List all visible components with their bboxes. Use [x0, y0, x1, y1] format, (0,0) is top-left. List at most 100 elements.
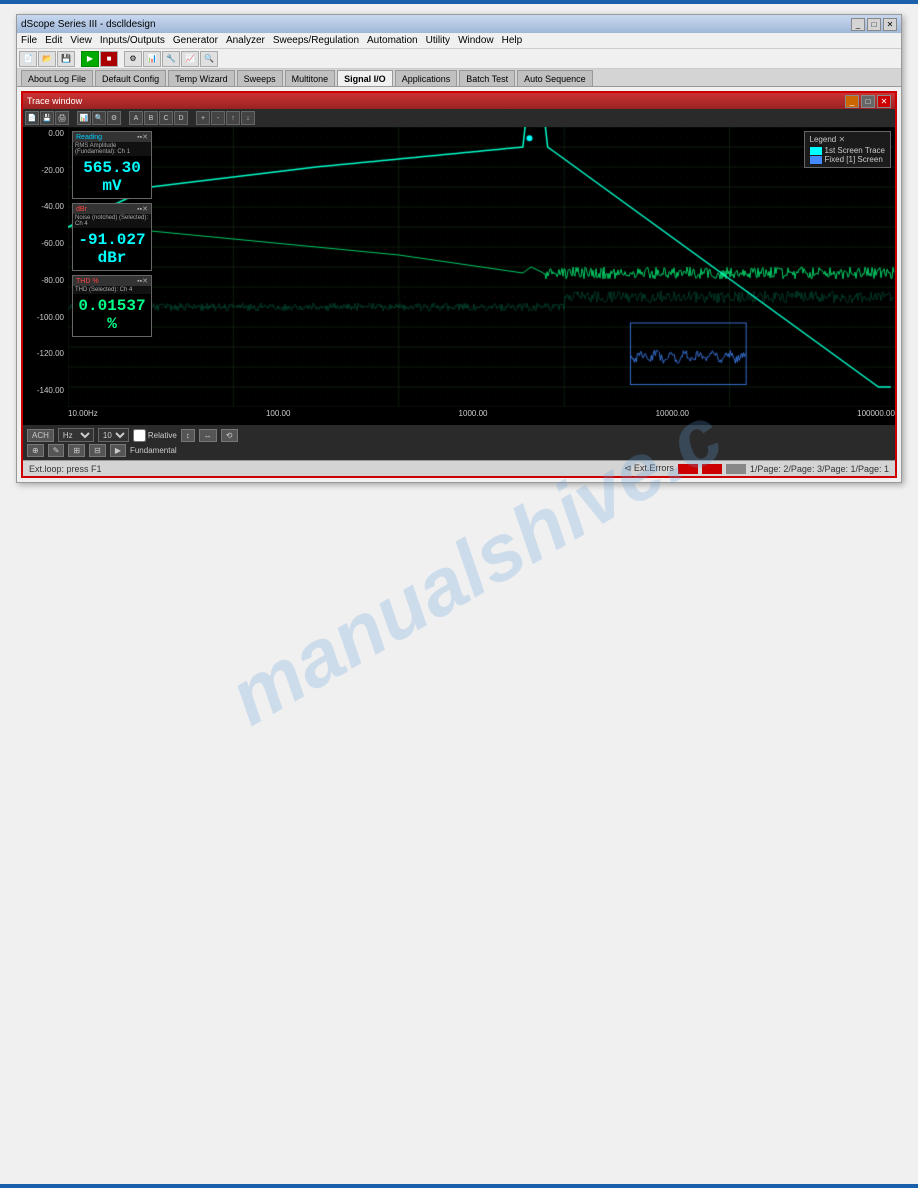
status-bar: Ext.loop: press F1 ⊲ Ext.Errors 1/Page: …	[23, 460, 895, 476]
trace-tb-7[interactable]: A	[129, 111, 143, 125]
meas-dbr-controls[interactable]: ▪▪✕	[137, 205, 148, 213]
menu-automation[interactable]: Automation	[367, 35, 418, 46]
bottom-row-1: ACH Hz kHz 10 20 Relative ↕ ↔ ⟲	[27, 428, 891, 442]
menu-file[interactable]: File	[21, 35, 37, 46]
menu-window[interactable]: Window	[458, 35, 494, 46]
trace-tb-8[interactable]: B	[144, 111, 158, 125]
chart-canvas	[68, 127, 895, 407]
tab-default-config[interactable]: Default Config	[95, 70, 166, 86]
trace-tb-12[interactable]: -	[211, 111, 225, 125]
trace-tb-11[interactable]: +	[196, 111, 210, 125]
zoom-btn-3[interactable]: ⟲	[221, 429, 238, 442]
menu-inputs-outputs[interactable]: Inputs/Outputs	[100, 35, 165, 46]
trace-titlebar: Trace window _ □ ✕	[23, 93, 895, 109]
menu-utility[interactable]: Utility	[426, 35, 450, 46]
graph-area: 0.00 -20.00 -40.00 -60.00 -80.00 -100.00…	[23, 127, 895, 407]
status-left: Ext.loop: press F1	[29, 464, 102, 474]
meas-box-thd-title: THD % ▪▪✕	[73, 276, 151, 286]
menu-sweeps[interactable]: Sweeps/Regulation	[273, 35, 359, 46]
app-window: dScope Series III - dsclldesign _ □ ✕ Fi…	[16, 14, 902, 483]
minimize-button[interactable]: _	[851, 18, 865, 31]
toolbar-save[interactable]: 💾	[57, 51, 75, 67]
status-ind-3	[726, 464, 746, 474]
legend-item-2: Fixed [1] Screen	[810, 155, 885, 164]
tab-signal-io[interactable]: Signal I/O	[337, 70, 393, 86]
toolbar-btn-3[interactable]: ⚙	[124, 51, 142, 67]
range-select[interactable]: 10 20	[98, 428, 129, 442]
menu-edit[interactable]: Edit	[45, 35, 62, 46]
tab-batch-test[interactable]: Batch Test	[459, 70, 515, 86]
trace-tb-9[interactable]: C	[159, 111, 173, 125]
ctrl-btn-2[interactable]: ✎	[48, 444, 65, 457]
trace-toolbar: 📄 💾 🖨 📊 🔍 ⚙ A B C D + - ↑ ↓	[23, 109, 895, 127]
tab-multitone[interactable]: Multitone	[285, 70, 336, 86]
trace-tb-6[interactable]: ⚙	[107, 111, 121, 125]
meas-thd-controls[interactable]: ▪▪✕	[137, 277, 148, 285]
toolbar-btn-4[interactable]: 📊	[143, 51, 161, 67]
meas-box-dbr-title: dBr ▪▪✕	[73, 204, 151, 214]
status-ind-1	[678, 464, 698, 474]
menu-analyzer[interactable]: Analyzer	[226, 35, 265, 46]
relative-checkbox[interactable]	[133, 429, 146, 442]
ctrl-btn-5[interactable]: ▶	[110, 444, 126, 457]
menu-view[interactable]: View	[70, 35, 92, 46]
legend-item-1: 1st Screen Trace	[810, 146, 885, 155]
meas-dbr-label: dBr	[76, 206, 87, 213]
tab-about-log[interactable]: About Log File	[21, 70, 93, 86]
trace-title: Trace window	[27, 96, 82, 106]
zoom-btn-2[interactable]: ↔	[199, 429, 217, 442]
y-label-0: 0.00	[25, 129, 66, 138]
unit-select[interactable]: Hz kHz	[58, 428, 94, 442]
meas-box-rms-title: Reading ▪▪✕	[73, 132, 151, 142]
trace-tb-5[interactable]: 🔍	[92, 111, 106, 125]
trace-tb-10[interactable]: D	[174, 111, 188, 125]
close-button[interactable]: ✕	[883, 18, 897, 31]
toolbar-stop[interactable]: ■	[100, 51, 118, 67]
tab-sweeps[interactable]: Sweeps	[237, 70, 283, 86]
trace-max-btn[interactable]: □	[861, 95, 875, 108]
maximize-button[interactable]: □	[867, 18, 881, 31]
y-axis: 0.00 -20.00 -40.00 -60.00 -80.00 -100.00…	[23, 127, 68, 407]
x-label-4: 10000.00	[656, 409, 689, 425]
y-label-2: -40.00	[25, 202, 66, 211]
tab-applications[interactable]: Applications	[395, 70, 458, 86]
toolbar-btn-6[interactable]: 📈	[181, 51, 199, 67]
x-label-2: 100.00	[266, 409, 290, 425]
toolbar-btn-7[interactable]: 🔍	[200, 51, 218, 67]
toolbar-btn-5[interactable]: 🔧	[162, 51, 180, 67]
toolbar-open[interactable]: 📂	[38, 51, 56, 67]
trace-tb-1[interactable]: 📄	[25, 111, 39, 125]
ctrl-btn-3[interactable]: ⊞	[68, 444, 85, 457]
menu-bar: File Edit View Inputs/Outputs Generator …	[17, 33, 901, 49]
bottom-controls: ACH Hz kHz 10 20 Relative ↕ ↔ ⟲	[23, 425, 895, 460]
relative-checkbox-label: Relative	[133, 429, 177, 442]
trace-close-btn[interactable]: ✕	[877, 95, 891, 108]
mode-btn[interactable]: ACH	[27, 429, 54, 442]
status-right: ⊲ Ext.Errors 1/Page: 2/Page: 3/Page: 1/P…	[624, 463, 889, 474]
legend-label-2: Fixed [1] Screen	[825, 155, 883, 164]
trace-min-btn[interactable]: _	[845, 95, 859, 108]
main-toolbar: 📄 📂 💾 ▶ ■ ⚙ 📊 🔧 📈 🔍	[17, 49, 901, 69]
trace-tb-13[interactable]: ↑	[226, 111, 240, 125]
menu-help[interactable]: Help	[502, 35, 523, 46]
status-ext-errors: ⊲ Ext.Errors	[624, 463, 674, 474]
tab-auto-sequence[interactable]: Auto Sequence	[517, 70, 593, 86]
ctrl-btn-4[interactable]: ⊟	[89, 444, 106, 457]
tab-temp-wizard[interactable]: Temp Wizard	[168, 70, 235, 86]
trace-tb-4[interactable]: 📊	[77, 111, 91, 125]
x-label-3: 1000.00	[459, 409, 488, 425]
meas-rms-controls[interactable]: ▪▪✕	[137, 133, 148, 141]
zoom-btn-1[interactable]: ↕	[181, 429, 195, 442]
trace-tb-2[interactable]: 💾	[40, 111, 54, 125]
y-label-5: -100.00	[25, 313, 66, 322]
ctrl-btn-1[interactable]: ⊕	[27, 444, 44, 457]
title-bar: dScope Series III - dsclldesign _ □ ✕	[17, 15, 901, 33]
trace-tb-3[interactable]: 🖨	[55, 111, 69, 125]
y-label-6: -120.00	[25, 349, 66, 358]
bottom-row-2: ⊕ ✎ ⊞ ⊟ ▶ Fundamental	[27, 444, 891, 457]
trace-tb-14[interactable]: ↓	[241, 111, 255, 125]
toolbar-run[interactable]: ▶	[81, 51, 99, 67]
menu-generator[interactable]: Generator	[173, 35, 218, 46]
legend-color-2	[810, 156, 822, 164]
toolbar-new[interactable]: 📄	[19, 51, 37, 67]
